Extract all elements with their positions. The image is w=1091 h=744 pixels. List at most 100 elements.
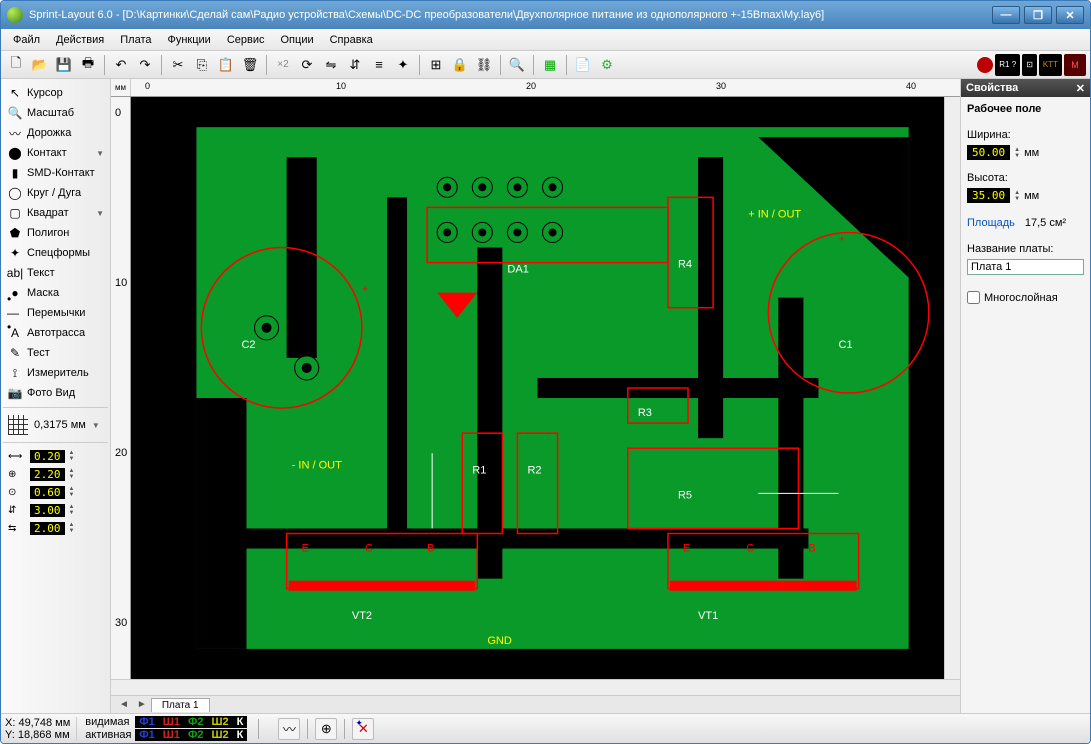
vertical-scrollbar[interactable] (944, 97, 960, 679)
svg-text:R2: R2 (527, 464, 541, 476)
svg-text:C1: C1 (839, 339, 853, 351)
copy-icon[interactable]: ⎘ (191, 54, 213, 76)
properties-close-icon[interactable]: ✕ (1076, 82, 1085, 95)
tool-масштаб[interactable]: 🔍Масштаб (3, 103, 108, 123)
mark-badge[interactable]: ⊡ (1022, 54, 1037, 76)
lock-icon[interactable]: 🔒 (449, 54, 471, 76)
menu-file[interactable]: Файл (5, 32, 48, 48)
tool-фото-вид[interactable]: 📷Фото Вид (3, 383, 108, 403)
save-icon[interactable]: 💾 (53, 54, 75, 76)
layer-Ш2[interactable]: Ш2 (207, 716, 232, 728)
tool-квадрат[interactable]: ▢Квадрат▼ (3, 203, 108, 223)
layer-Ш2[interactable]: Ш2 (207, 729, 232, 741)
area-link[interactable]: Площадь (967, 217, 1015, 229)
area-value: 17,5 см² (1025, 217, 1066, 229)
layer-Ш1[interactable]: Ш1 (159, 729, 184, 741)
tool-измеритель[interactable]: ⟟Измеритель (3, 363, 108, 383)
tab-next[interactable]: ► (133, 699, 151, 710)
tool-дорожка[interactable]: 〰Дорожка (3, 123, 108, 143)
grid-setting[interactable]: 0,3175 мм ▼ (3, 412, 108, 438)
cut-icon[interactable]: ✂ (167, 54, 189, 76)
menu-actions[interactable]: Действия (48, 32, 112, 48)
tab-board-1[interactable]: Плата 1 (151, 698, 210, 712)
svg-text:+ IN / OUT: + IN / OUT (748, 208, 801, 220)
layer-К[interactable]: К (233, 716, 248, 728)
grid-value: 0,3175 мм (34, 419, 86, 431)
close-button[interactable]: ✕ (1056, 6, 1084, 24)
board-name-input[interactable] (967, 259, 1084, 275)
undo-icon[interactable]: ↶ (110, 54, 132, 76)
layer-Ф2[interactable]: Ф2 (184, 716, 208, 728)
align-icon[interactable]: ≡ (368, 54, 390, 76)
width-input[interactable]: 50.00 (967, 145, 1010, 160)
new-icon[interactable]: 🗋 (5, 54, 27, 76)
print-icon[interactable]: 🖶 (77, 54, 99, 76)
menu-functions[interactable]: Функции (159, 32, 218, 48)
menu-board[interactable]: Плата (112, 32, 159, 48)
horizontal-scrollbar[interactable] (111, 679, 960, 695)
menu-options[interactable]: Опции (273, 32, 322, 48)
layer-Ф1[interactable]: Ф1 (135, 716, 159, 728)
tool-спецформы[interactable]: ✦Спецформы (3, 243, 108, 263)
settings-icon[interactable]: ⚙ (596, 54, 618, 76)
multilayer-checkbox[interactable]: Многослойная (967, 291, 1084, 304)
rotate-icon[interactable]: ⟳ (296, 54, 318, 76)
ruler-horizontal: мм 0 10 20 30 40 (111, 79, 960, 97)
height-label: Высота: (967, 172, 1084, 184)
svg-text:E: E (302, 543, 309, 555)
layer-icon[interactable]: ▦ (539, 54, 561, 76)
width-spinner[interactable]: ▲▼ (1014, 147, 1020, 159)
svg-text:VT2: VT2 (352, 610, 372, 622)
layer-Ш1[interactable]: Ш1 (159, 716, 184, 728)
tool-icon-3[interactable]: ✕✦ (352, 718, 374, 740)
tool-smd-контакт[interactable]: ▮SMD-Контакт (3, 163, 108, 183)
tools-sidebar: ↖Курсор🔍Масштаб〰Дорожка⬤Контакт▼▮SMD-Кон… (1, 79, 111, 713)
height-spinner[interactable]: ▲▼ (1014, 190, 1020, 202)
svg-text:DA1: DA1 (507, 264, 528, 276)
paste-icon[interactable]: 📋 (215, 54, 237, 76)
maximize-button[interactable]: ❐ (1024, 6, 1052, 24)
r1-badge[interactable]: R1 ? (995, 54, 1020, 76)
minimize-button[interactable]: — (992, 6, 1020, 24)
tool-icon-1[interactable]: 〰 (278, 718, 300, 740)
size-setting[interactable]: ⇵3.00▲▼ (3, 501, 108, 519)
tool-тест[interactable]: ✎Тест (3, 343, 108, 363)
properties-title: Свойства (966, 82, 1018, 94)
tool-текст[interactable]: ab|Текст (3, 263, 108, 283)
size-setting[interactable]: ⊙0.60▲▼ (3, 483, 108, 501)
snap-icon[interactable]: ✦ (392, 54, 414, 76)
layer-Ф2[interactable]: Ф2 (184, 729, 208, 741)
drc-icon[interactable] (977, 57, 993, 73)
m-badge[interactable]: M (1064, 54, 1086, 76)
tool-курсор[interactable]: ↖Курсор (3, 83, 108, 103)
tool-контакт[interactable]: ⬤Контакт▼ (3, 143, 108, 163)
height-input[interactable]: 35.00 (967, 188, 1010, 203)
tool-круг-дуга[interactable]: ◯Круг / Дуга (3, 183, 108, 203)
open-icon[interactable]: 📂 (29, 54, 51, 76)
tool-icon-2[interactable]: ⊕ (315, 718, 337, 740)
group-icon[interactable]: ⊞ (425, 54, 447, 76)
macro-icon[interactable]: 📄 (572, 54, 594, 76)
menu-help[interactable]: Справка (322, 32, 381, 48)
layer-selector[interactable]: видимаяФ1Ш1Ф2Ш2К активнаяФ1Ш1Ф2Ш2К (85, 716, 247, 741)
x2-icon[interactable]: ×2 (272, 54, 294, 76)
size-setting[interactable]: ⊕2.20▲▼ (3, 465, 108, 483)
mirror-h-icon[interactable]: ⇋ (320, 54, 342, 76)
size-setting[interactable]: ⟷0.20▲▼ (3, 447, 108, 465)
layer-К[interactable]: К (233, 729, 248, 741)
tool-перемычки[interactable]: •—•Перемычки (3, 303, 108, 323)
link-icon[interactable]: ⛓ (473, 54, 495, 76)
pcb-canvas[interactable]: DA1 R4 R3 R1 R2 R5 C1 C2 VT1 VT2 + (131, 97, 944, 679)
tool-автотрасса[interactable]: AАвтотрасса (3, 323, 108, 343)
layer-Ф1[interactable]: Ф1 (135, 729, 159, 741)
svg-text:VT1: VT1 (698, 610, 718, 622)
delete-icon[interactable]: 🗑 (239, 54, 261, 76)
menu-service[interactable]: Сервис (219, 32, 273, 48)
size-setting[interactable]: ⇆2.00▲▼ (3, 519, 108, 537)
mirror-v-icon[interactable]: ⇵ (344, 54, 366, 76)
tab-prev[interactable]: ◄ (115, 699, 133, 710)
tool-полигон[interactable]: ⬟Полигон (3, 223, 108, 243)
redo-icon[interactable]: ↷ (134, 54, 156, 76)
zoom-icon[interactable]: 🔍 (506, 54, 528, 76)
ktt-badge[interactable]: KTT (1039, 54, 1062, 76)
